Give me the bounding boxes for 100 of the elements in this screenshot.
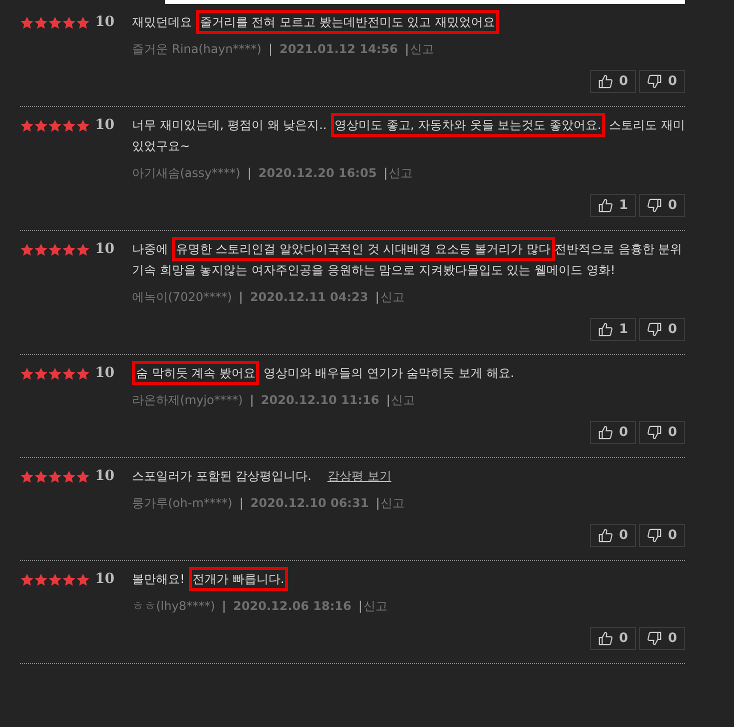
- review-date: 2020.12.10 06:31: [250, 495, 369, 512]
- dislike-count: 0: [668, 196, 678, 215]
- star-icon: [34, 572, 48, 586]
- thumbs-up-icon: [598, 74, 613, 89]
- separator: |: [222, 598, 226, 615]
- review-text: 재밌던데요 줄거리를 전혀 모르고 봤는데반전미도 있고 재밌었어요: [132, 12, 499, 33]
- author-name: ㅎㅎ(lhy8****): [132, 598, 216, 615]
- author-name: 룽가루(oh-m****): [132, 495, 232, 512]
- like-count: 0: [618, 424, 628, 442]
- separator: |: [384, 165, 388, 182]
- dislike-count: 0: [668, 424, 678, 442]
- star-icon: [48, 16, 62, 30]
- star-icon: [34, 118, 48, 132]
- dislike-count: 0: [668, 320, 678, 339]
- star-icon: [20, 242, 34, 256]
- dislike-count: 0: [668, 630, 678, 648]
- review-text: 숨 막히듯 계속 봤어요 영상미와 배우들의 연기가 숨막히듯 보게 해요.: [132, 363, 514, 384]
- review-text: 스포일러가 포함된 감상평입니다.: [132, 468, 312, 485]
- star-icon: [62, 572, 76, 586]
- like-count: 0: [618, 526, 628, 545]
- star-icon: [76, 242, 90, 256]
- separator: |: [238, 289, 243, 306]
- like-count: 1: [618, 320, 628, 339]
- author-name: 라온하제(myjo****): [132, 392, 243, 409]
- star-icon: [34, 16, 48, 30]
- separator: |: [404, 41, 409, 58]
- review-text: 나중에 유명한 스토리인걸 알았다이국적인 것 시대배경 요소등 볼거리가 많다 전반적으로 음흉한 분위기속 희망을 놓지않는 여자주인공을 응원하는 맘으로 지켜봤다몰입도 있는 웰메이드 영화!: [132, 239, 685, 281]
- dislike-count: 0: [668, 526, 678, 545]
- dislike-button[interactable]: 0: [639, 627, 685, 650]
- rating-score: 10: [95, 570, 114, 589]
- star-icon: [76, 118, 90, 132]
- thumbs-up-icon: [598, 322, 613, 337]
- author-name: 즐거운 Rina(hayn****): [132, 41, 262, 58]
- thumbs-down-icon: [646, 198, 662, 213]
- separator: |: [376, 495, 380, 512]
- review-date: 2020.12.20 16:05: [258, 165, 377, 182]
- like-button[interactable]: 1: [590, 194, 636, 217]
- star-icon: [76, 572, 90, 586]
- separator: |: [386, 392, 390, 409]
- dislike-button[interactable]: 0: [639, 194, 685, 217]
- dislike-button[interactable]: 0: [639, 318, 685, 341]
- dislike-button[interactable]: 0: [639, 70, 685, 93]
- star-icon: [62, 118, 76, 132]
- author-name: 아기새솜(assy****): [132, 165, 240, 182]
- dislike-button[interactable]: 0: [639, 421, 685, 444]
- view-review-link[interactable]: 감상평 보기: [327, 466, 392, 487]
- star-icon: [48, 572, 62, 586]
- star-icon: [62, 242, 76, 256]
- like-button[interactable]: 1: [590, 318, 636, 341]
- star-icon: [76, 470, 90, 484]
- review-date: 2021.01.12 14:56: [280, 41, 398, 58]
- like-count: 1: [618, 196, 628, 215]
- star-icon: [20, 572, 34, 586]
- star-icon: [34, 470, 48, 484]
- like-count: 0: [618, 630, 628, 648]
- separator: |: [268, 41, 273, 58]
- separator: |: [358, 598, 362, 615]
- like-button[interactable]: 0: [590, 524, 636, 547]
- star-icon: [62, 470, 76, 484]
- star-icon: [20, 16, 34, 30]
- star-icon: [20, 118, 34, 132]
- thumbs-down-icon: [646, 631, 662, 646]
- thumbs-down-icon: [646, 425, 662, 440]
- thumbs-up-icon: [598, 528, 613, 543]
- thumbs-down-icon: [646, 74, 662, 89]
- review-date: 2020.12.11 04:23: [250, 289, 368, 306]
- star-icon: [48, 118, 62, 132]
- review-date: 2020.12.06 18:16: [233, 598, 352, 615]
- separator: |: [375, 289, 380, 306]
- like-button[interactable]: 0: [590, 627, 636, 650]
- like-count: 0: [618, 72, 628, 91]
- rating-score: 10: [95, 364, 114, 383]
- review-text: 너무 재미있는데, 평점이 왜 낮은지.. 영상미도 좋고, 자동차와 옷들 보는것도 좋았어요. 스토리도 재미있었구요~: [132, 115, 685, 157]
- rating-score: 10: [95, 116, 114, 135]
- dislike-count: 0: [668, 72, 678, 91]
- star-icon: [20, 470, 34, 484]
- rating-score: 10: [95, 467, 114, 486]
- separator: |: [250, 392, 254, 409]
- star-icon: [62, 366, 76, 380]
- thumbs-down-icon: [646, 528, 662, 543]
- star-icon: [76, 16, 90, 30]
- star-icon: [48, 242, 62, 256]
- thumbs-up-icon: [598, 198, 613, 213]
- review-text: 볼만해요! 전개가 빠릅니다.: [132, 569, 288, 590]
- author-name: 에녹이(7020****): [132, 289, 232, 306]
- star-icon: [20, 366, 34, 380]
- review-date: 2020.12.10 11:16: [260, 392, 380, 409]
- separator: |: [239, 495, 244, 512]
- star-icon: [76, 366, 90, 380]
- rating-score: 10: [95, 240, 114, 259]
- rating-score: 10: [95, 13, 114, 32]
- like-button[interactable]: 0: [590, 70, 636, 93]
- star-icon: [62, 16, 76, 30]
- star-icon: [34, 242, 48, 256]
- dislike-button[interactable]: 0: [639, 524, 685, 547]
- star-icon: [48, 470, 62, 484]
- like-button[interactable]: 0: [590, 421, 636, 444]
- thumbs-up-icon: [598, 425, 613, 440]
- separator: |: [247, 165, 252, 182]
- star-icon: [34, 366, 48, 380]
